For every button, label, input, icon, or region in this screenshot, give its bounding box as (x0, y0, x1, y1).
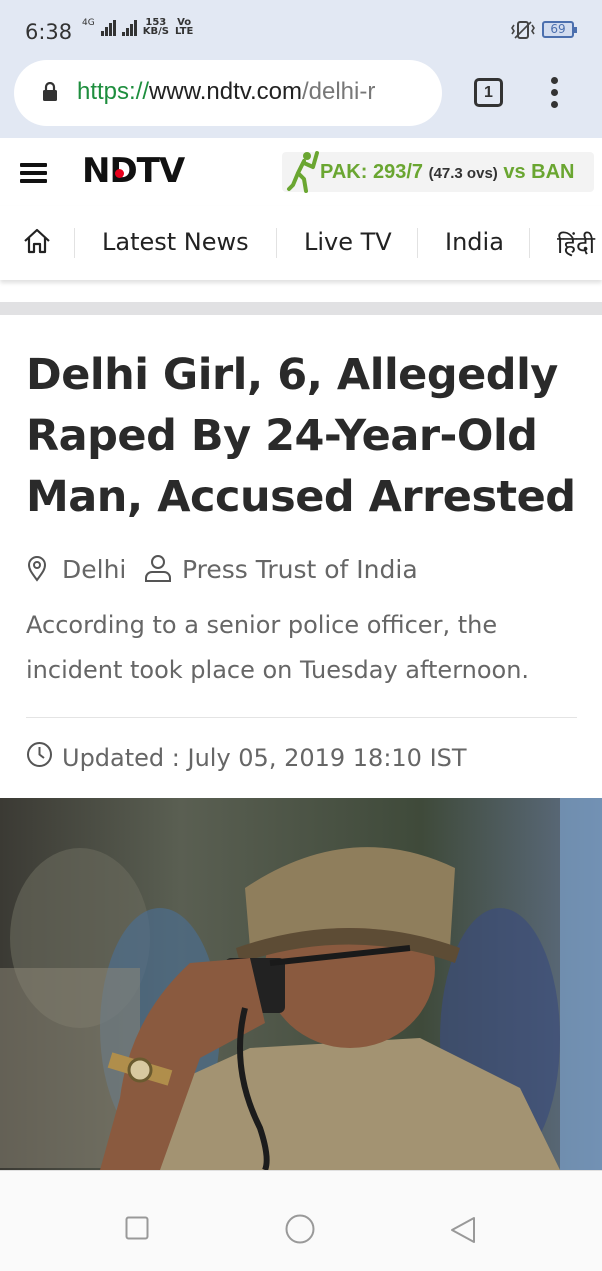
nav-item-india[interactable]: India (445, 228, 504, 256)
nav-separator (417, 228, 418, 258)
person-icon (145, 555, 171, 582)
logo-red-dot (115, 169, 124, 178)
recents-icon[interactable] (125, 1216, 149, 1240)
location-pin-icon (27, 556, 47, 582)
hamburger-menu-icon[interactable] (20, 163, 47, 183)
site-header: NDTV PAK: 293/7 (47.3 ovs) vs BAN (0, 138, 602, 206)
status-bar: 6:38 4G 153 KB/S Vo LTE 69 (0, 0, 602, 60)
vibrate-icon (511, 21, 535, 39)
address-bar[interactable]: https://www.ndtv.com/delhi-r (14, 60, 442, 126)
score-opponent: vs BAN (503, 161, 575, 183)
cricketer-icon (287, 151, 319, 193)
nav-item-hindi[interactable]: हिंदी (557, 228, 595, 261)
section-nav: Latest News Live TV India हिंदी (0, 206, 602, 280)
nav-separator (276, 228, 277, 258)
article-location[interactable]: Delhi (62, 555, 126, 584)
live-score-widget[interactable]: PAK: 293/7 (47.3 ovs) vs BAN (282, 151, 594, 193)
status-time: 6:38 (25, 20, 73, 44)
score-overs: (47.3 ovs) (428, 165, 498, 182)
nav-separator (74, 228, 75, 258)
home-button-icon[interactable] (285, 1214, 315, 1244)
article-image[interactable] (0, 798, 602, 1170)
article-summary: According to a senior police officer, th… (26, 611, 530, 684)
back-icon[interactable] (450, 1216, 476, 1244)
ad-separator-strip (0, 302, 602, 315)
data-speed: 153 KB/S (142, 18, 169, 37)
clock-icon (27, 742, 52, 767)
overflow-menu-icon[interactable] (551, 77, 559, 109)
volte-indicator: Vo LTE (174, 18, 194, 37)
browser-toolbar: https://www.ndtv.com/delhi-r 1 (0, 60, 602, 138)
system-navigation-bar (0, 1170, 602, 1271)
status-indicators: 4G 153 KB/S Vo LTE (82, 18, 194, 37)
ndtv-logo[interactable]: NDTV (82, 151, 185, 191)
network-type: 4G (82, 18, 95, 28)
url-text[interactable]: https://www.ndtv.com/delhi-r (77, 78, 437, 106)
signal-icon (100, 20, 116, 36)
article-headline: Delhi Girl, 6, Allegedly Raped By 24-Yea… (26, 350, 576, 522)
team-score: PAK: 293/7 (320, 161, 424, 183)
signal-icon-2 (121, 20, 137, 36)
police-officer-photo (0, 798, 602, 1170)
url-scheme: https:// (77, 78, 150, 105)
volte-bottom: LTE (174, 26, 194, 37)
home-icon[interactable] (22, 226, 52, 256)
article-author[interactable]: Press Trust of India (182, 555, 418, 584)
divider (26, 717, 577, 718)
nav-item-live-tv[interactable]: Live TV (304, 228, 392, 256)
lock-icon (43, 82, 57, 101)
tab-switcher-button[interactable]: 1 (474, 78, 503, 107)
battery-indicator: 69 (542, 21, 577, 38)
score-text: PAK: 293/7 (47.3 ovs) vs BAN (320, 161, 574, 184)
nav-item-latest-news[interactable]: Latest News (102, 228, 249, 256)
url-host: www.ndtv.com (149, 78, 302, 105)
url-path: /delhi-r (301, 78, 376, 105)
nav-separator (529, 228, 530, 258)
updated-timestamp: Updated : July 05, 2019 18:10 IST (62, 744, 467, 772)
data-speed-unit: KB/S (142, 26, 169, 37)
